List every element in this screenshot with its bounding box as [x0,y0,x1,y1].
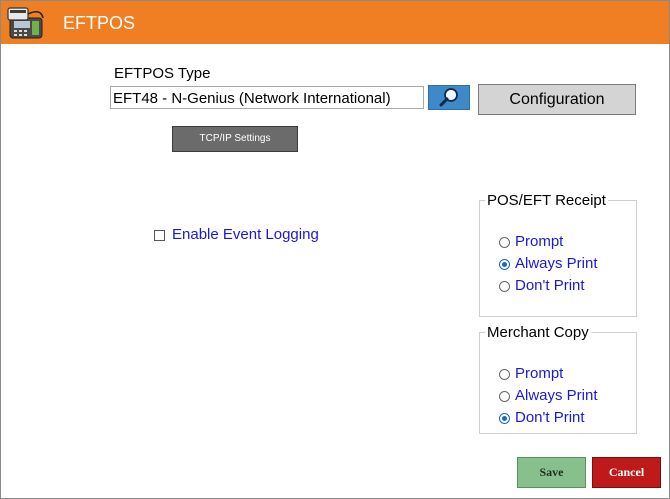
window-title: EFTPOS [63,13,136,33]
radio-button[interactable] [499,369,510,380]
option-label: Prompt [515,365,564,382]
payment-terminal-icon [7,6,47,40]
pos-receipt-legend: POS/EFT Receipt [487,192,606,209]
search-button[interactable] [428,85,470,110]
option-label: Prompt [515,233,564,250]
event-logging-label[interactable]: Enable Event Logging [172,226,319,243]
merchant-copy-group: Merchant Copy Prompt Always Print Don't … [479,324,637,434]
radio-button[interactable] [499,259,510,270]
tcp-ip-settings-button[interactable]: TCP/IP Settings [172,126,298,152]
title-bar: EFTPOS [1,1,669,44]
option-label: Always Print [515,255,598,272]
cancel-button[interactable]: Cancel [592,457,661,488]
pos-receipt-group: POS/EFT Receipt Prompt Always Print Don'… [479,192,637,317]
radio-button[interactable] [499,391,510,402]
configuration-button[interactable]: Configuration [478,84,636,115]
radio-button[interactable] [499,413,510,424]
magnifier-icon [429,88,469,113]
event-logging-checkbox[interactable] [154,230,165,241]
option-label: Always Print [515,387,598,404]
option-label: Don't Print [515,277,585,294]
option-label: Don't Print [515,409,585,426]
save-button[interactable]: Save [517,457,586,488]
radio-button[interactable] [499,281,510,292]
eftpos-type-field[interactable]: EFT48 - N-Genius (Network International) [110,86,424,109]
merchant-copy-legend: Merchant Copy [487,324,589,341]
eftpos-type-label: EFTPOS Type [114,65,211,82]
radio-button[interactable] [499,237,510,248]
